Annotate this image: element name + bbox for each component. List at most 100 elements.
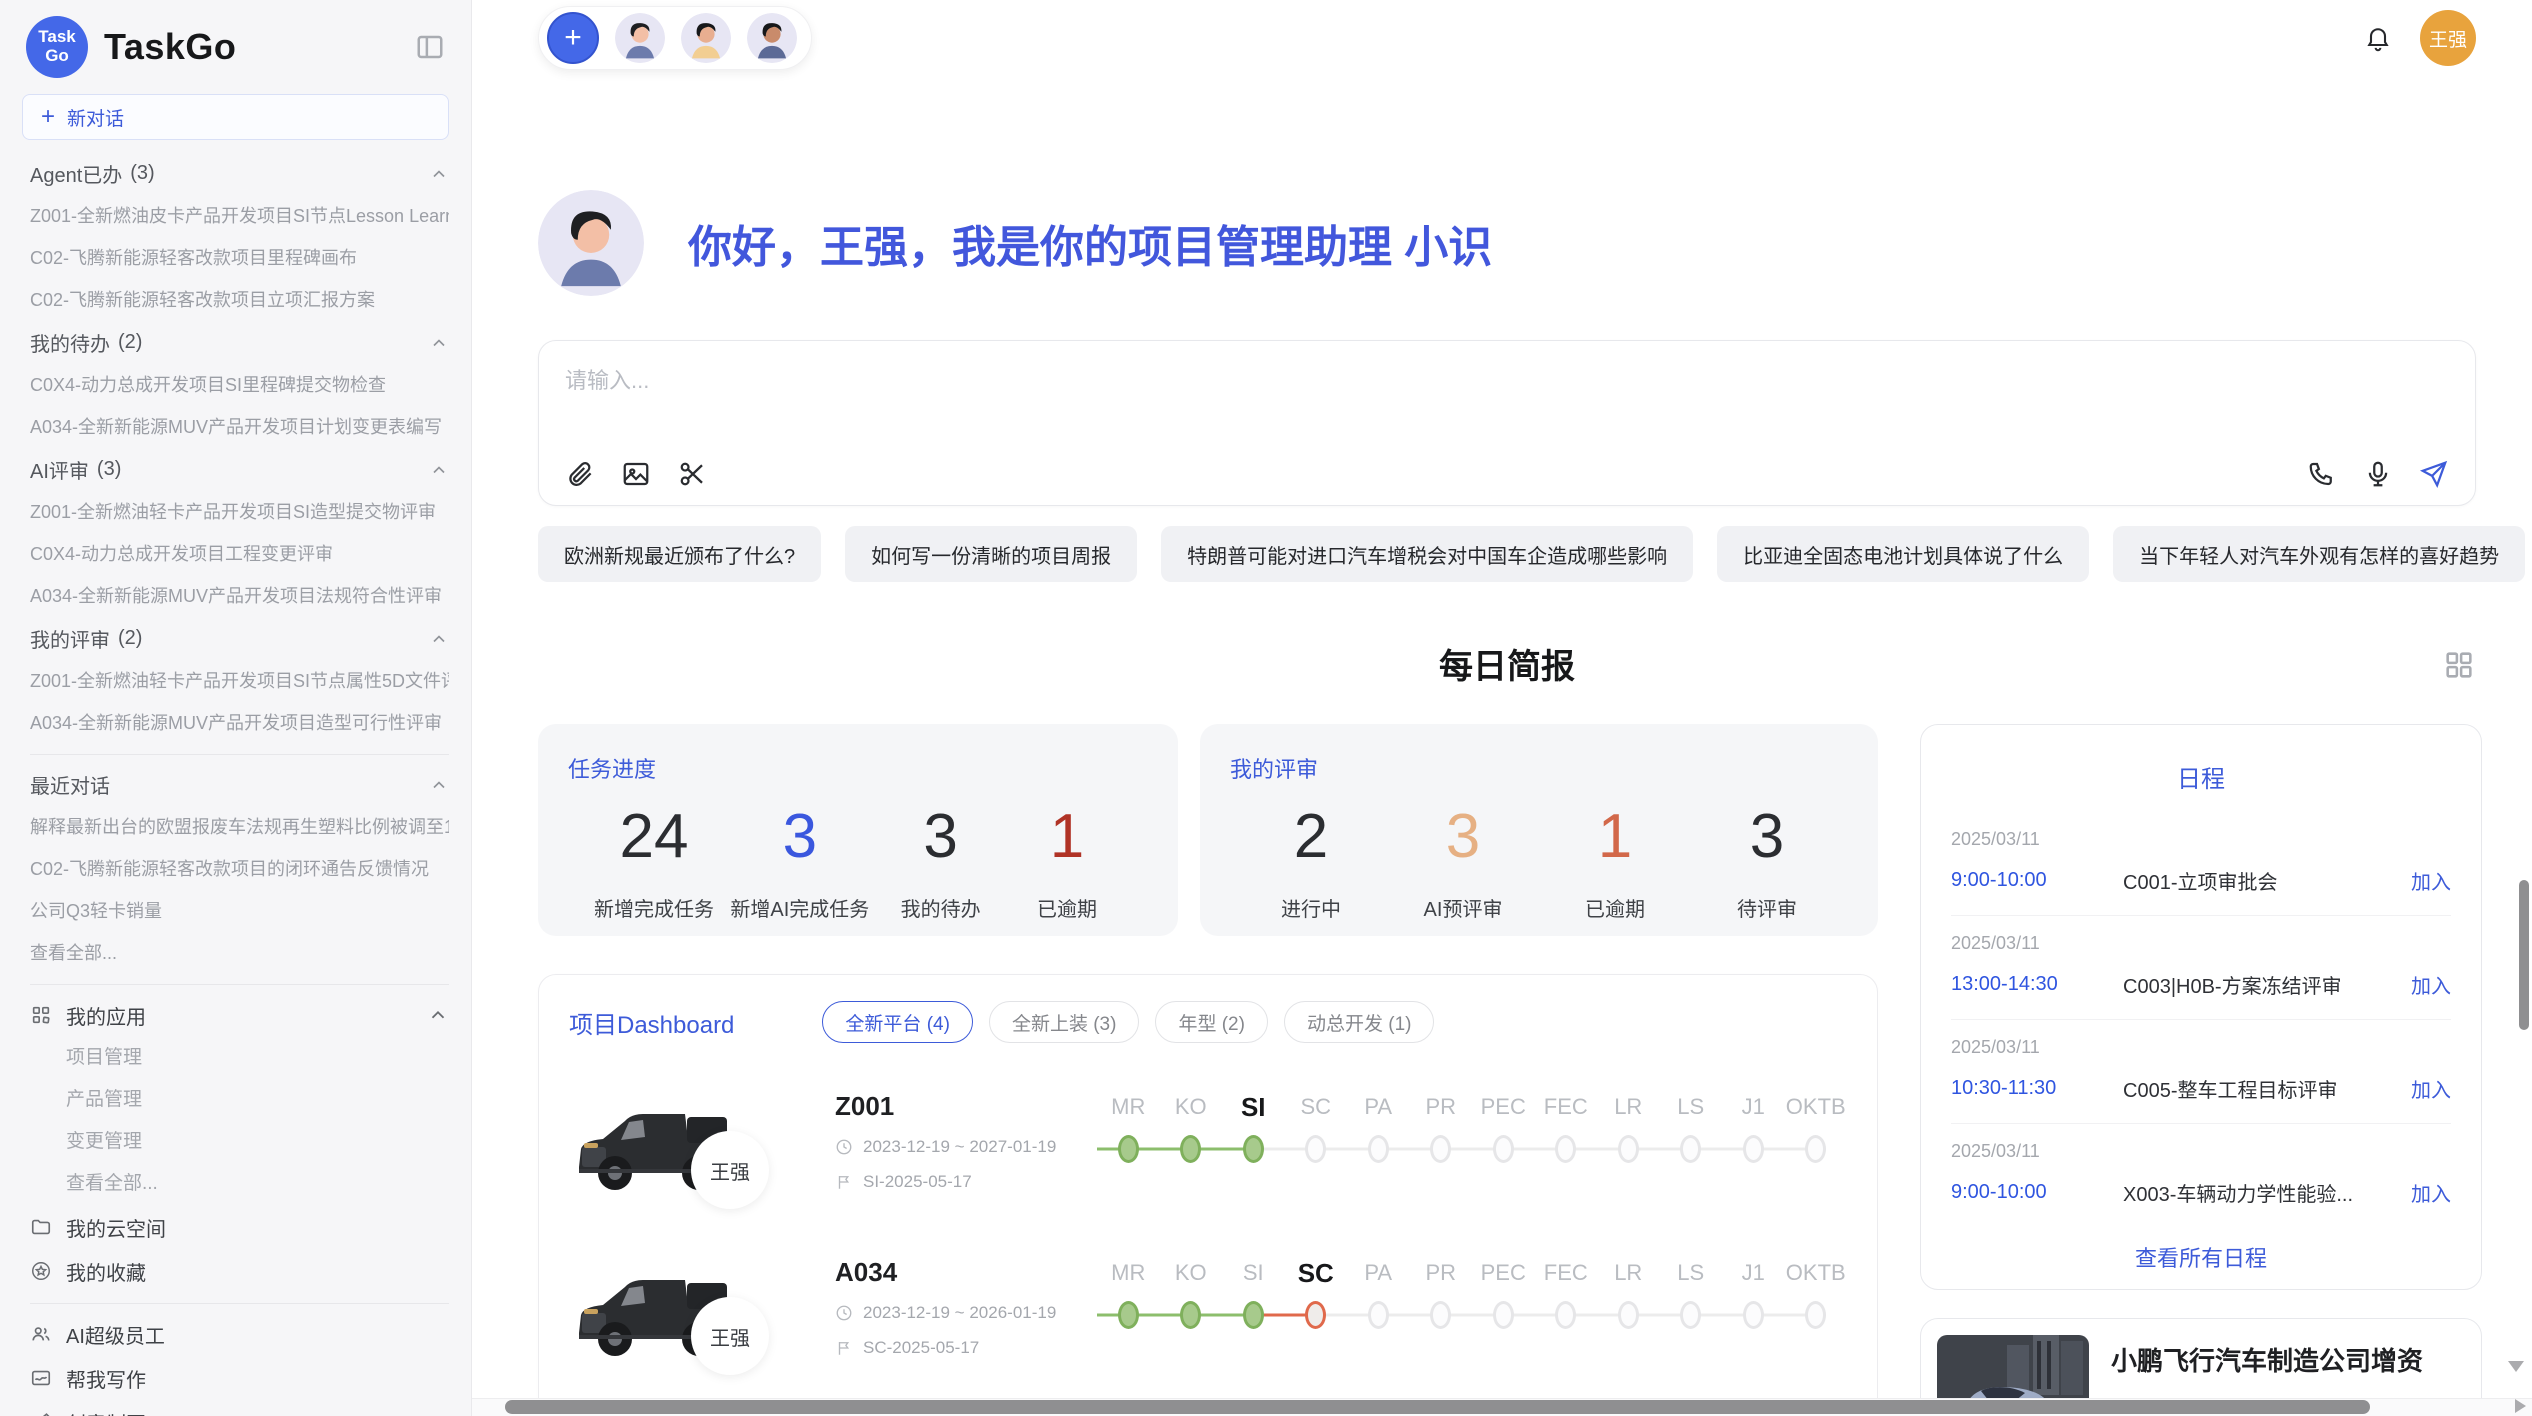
user-avatar[interactable]: 王强 xyxy=(2420,10,2476,66)
chevron-up-icon xyxy=(429,775,449,795)
milestone-dot xyxy=(1118,1301,1139,1329)
layout-grid-icon[interactable] xyxy=(2442,648,2476,682)
sidebar-task-item[interactable]: Z001-全新燃油轻卡产品开发项目SI造型提交物评审 xyxy=(30,491,449,533)
event-join-link[interactable]: 加入 xyxy=(2411,866,2451,895)
sidebar-task-item[interactable]: Z001-全新燃油轻卡产品开发项目SI节点属性5D文件评审 xyxy=(30,660,449,702)
divider xyxy=(30,1303,449,1304)
dashboard-filter-chip[interactable]: 全新平台 (4) xyxy=(822,1001,973,1043)
suggestion-chip[interactable]: 欧洲新规最近颁布了什么? xyxy=(538,526,821,582)
milestone-dot xyxy=(1618,1301,1639,1329)
recent-conversation-item[interactable]: C02-飞腾新能源轻客改款项目的闭环通告反馈情况 xyxy=(30,848,449,890)
dashboard-filter-chip[interactable]: 动总开发 (1) xyxy=(1284,1001,1435,1043)
stat-value: 3 xyxy=(1446,804,1480,869)
sidebar-task-item[interactable]: C0X4-动力总成开发项目工程变更评审 xyxy=(30,533,449,575)
view-all-schedule-link[interactable]: 查看所有日程 xyxy=(1951,1241,2451,1273)
collapse-sidebar-icon[interactable] xyxy=(415,32,445,62)
app-item[interactable]: 变更管理 xyxy=(30,1121,449,1163)
horizontal-scrollbar-thumb[interactable] xyxy=(505,1400,2370,1414)
project-date-range: 2023-12-19 ~ 2026-01-19 xyxy=(835,1303,1087,1323)
milestone-cell xyxy=(1410,1301,1473,1329)
chat-input[interactable] xyxy=(565,363,2449,443)
dashboard-title: 项目Dashboard xyxy=(569,1005,734,1040)
stat-label: AI预评审 xyxy=(1424,893,1503,922)
sidebar-section-header[interactable]: Agent已办(3) xyxy=(30,152,449,195)
sidebar-tool-pen[interactable]: 创意制图 xyxy=(30,1400,449,1416)
chat-input-card xyxy=(538,340,2476,506)
sidebar-task-item[interactable]: A034-全新新能源MUV产品开发项目法规符合性评审 xyxy=(30,575,449,617)
milestone-label: PEC xyxy=(1472,1089,1535,1125)
project-image: 王强 xyxy=(569,1087,821,1209)
phone-icon[interactable] xyxy=(2307,459,2337,489)
sidebar-item-folder[interactable]: 我的云空间 xyxy=(30,1205,449,1249)
suggestion-chip[interactable]: 比亚迪全固态电池计划具体说了什么 xyxy=(1717,526,2089,582)
event-join-link[interactable]: 加入 xyxy=(2411,970,2451,999)
agent-avatar-3[interactable] xyxy=(747,13,797,63)
project-rows: 王强Z0012023-12-19 ~ 2027-01-19SI-2025-05-… xyxy=(569,1087,1847,1375)
sidebar-task-item[interactable]: A034-全新新能源MUV产品开发项目计划变更表编写 xyxy=(30,406,449,448)
event-name: X003-车辆动力学性能验... xyxy=(2123,1178,2411,1207)
sidebar-tool-people[interactable]: AI超级员工 xyxy=(30,1312,449,1356)
sidebar-section-header[interactable]: 我的评审(2) xyxy=(30,617,449,660)
sidebar-task-item[interactable]: C0X4-动力总成开发项目SI里程碑提交物检查 xyxy=(30,364,449,406)
recent-section-header[interactable]: 最近对话 xyxy=(30,763,449,806)
suggestion-chip[interactable]: 如何写一份清晰的项目周报 xyxy=(845,526,1137,582)
send-icon[interactable] xyxy=(2419,459,2449,489)
recent-view-all-link[interactable]: 查看全部... xyxy=(30,932,449,974)
sidebar-section-header[interactable]: AI评审(3) xyxy=(30,448,449,491)
add-agent-button[interactable]: + xyxy=(547,12,599,64)
scroll-down-arrow[interactable] xyxy=(2508,1361,2524,1372)
sidebar-item-my-apps[interactable]: 我的应用 xyxy=(30,993,449,1037)
notification-bell-icon[interactable] xyxy=(2364,24,2392,52)
sidebar-task-item[interactable]: Z001-全新燃油皮卡产品开发项目SI节点Lesson Learn报告 xyxy=(30,195,449,237)
recent-conversation-item[interactable]: 公司Q3轻卡销量 xyxy=(30,890,449,932)
schedule-event: 2025/03/119:00-10:00X003-车辆动力学性能验...加入 xyxy=(1951,1124,2451,1227)
attachment-icon[interactable] xyxy=(565,459,595,489)
main-area: + 王强 你好，王强，我是你的项目管理助理 小识 xyxy=(472,0,2532,1416)
recent-conversation-item[interactable]: 解释最新出台的欧盟报废车法规再生塑料比例被调至15%... xyxy=(30,806,449,848)
event-row: 13:00-14:30C003|H0B-方案冻结评审加入 xyxy=(1951,970,2451,999)
project-milestone-text: SI-2025-05-17 xyxy=(863,1172,972,1192)
milestone-dot xyxy=(1680,1135,1701,1163)
sidebar-tool-label: 创意制图 xyxy=(66,1408,146,1416)
stat-item: 3我的待办 xyxy=(886,804,996,922)
stat-value: 24 xyxy=(620,804,689,869)
sidebar-task-item[interactable]: A034-全新新能源MUV产品开发项目造型可行性评审 xyxy=(30,702,449,744)
sidebar-tool-write[interactable]: 帮我写作 xyxy=(30,1356,449,1400)
dashboard-filter-chip[interactable]: 年型 (2) xyxy=(1155,1001,1268,1043)
stat-cards-row: 任务进度24新增完成任务3新增AI完成任务3我的待办1已逾期我的评审2进行中3A… xyxy=(538,724,1878,936)
milestone-label: FEC xyxy=(1535,1089,1598,1125)
milestone-cell xyxy=(1660,1301,1723,1329)
microphone-icon[interactable] xyxy=(2363,459,2393,489)
milestone-cell xyxy=(1160,1301,1223,1329)
stat-item: 2进行中 xyxy=(1256,804,1366,922)
agent-avatar-2[interactable] xyxy=(681,13,731,63)
agent-avatar-pill: + xyxy=(538,6,812,70)
dashboard-filter-chip[interactable]: 全新上装 (3) xyxy=(989,1001,1140,1043)
image-icon[interactable] xyxy=(621,459,651,489)
topbar-right: 王强 xyxy=(2364,10,2476,66)
scissors-icon[interactable] xyxy=(677,459,707,489)
suggestion-chip[interactable]: 特朗普可能对进口汽车增税会对中国车企造成哪些影响 xyxy=(1161,526,1693,582)
app-item[interactable]: 产品管理 xyxy=(30,1079,449,1121)
agent-avatar-1[interactable] xyxy=(615,13,665,63)
app-item[interactable]: 项目管理 xyxy=(30,1037,449,1079)
sidebar-item-star-circle[interactable]: 我的收藏 xyxy=(30,1249,449,1293)
sidebar-section-header[interactable]: 我的待办(2) xyxy=(30,321,449,364)
new-chat-button[interactable]: + 新对话 xyxy=(22,94,449,140)
sidebar-header: Task Go TaskGo xyxy=(0,0,471,88)
apps-view-all-link[interactable]: 查看全部... xyxy=(30,1163,449,1205)
stat-label: 待评审 xyxy=(1737,893,1797,922)
sidebar-section-count: (3) xyxy=(130,162,154,185)
event-join-link[interactable]: 加入 xyxy=(2411,1074,2451,1103)
sidebar: Task Go TaskGo + 新对话 Agent已办(3)Z001-全新燃油… xyxy=(0,0,472,1416)
project-owner-badge: 王强 xyxy=(691,1131,769,1209)
sidebar-task-item[interactable]: C02-飞腾新能源轻客改款项目里程碑画布 xyxy=(30,237,449,279)
vertical-scrollbar-thumb[interactable] xyxy=(2519,880,2529,1030)
suggestion-chip[interactable]: 当下年轻人对汽车外观有怎样的喜好趋势 xyxy=(2113,526,2525,582)
plus-icon: + xyxy=(41,105,55,129)
event-join-link[interactable]: 加入 xyxy=(2411,1178,2451,1207)
app-title: TaskGo xyxy=(104,26,236,68)
sidebar-task-item[interactable]: C02-飞腾新能源轻客改款项目立项汇报方案 xyxy=(30,279,449,321)
milestone-cell xyxy=(1097,1301,1160,1329)
scroll-right-arrow[interactable] xyxy=(2515,1399,2526,1413)
